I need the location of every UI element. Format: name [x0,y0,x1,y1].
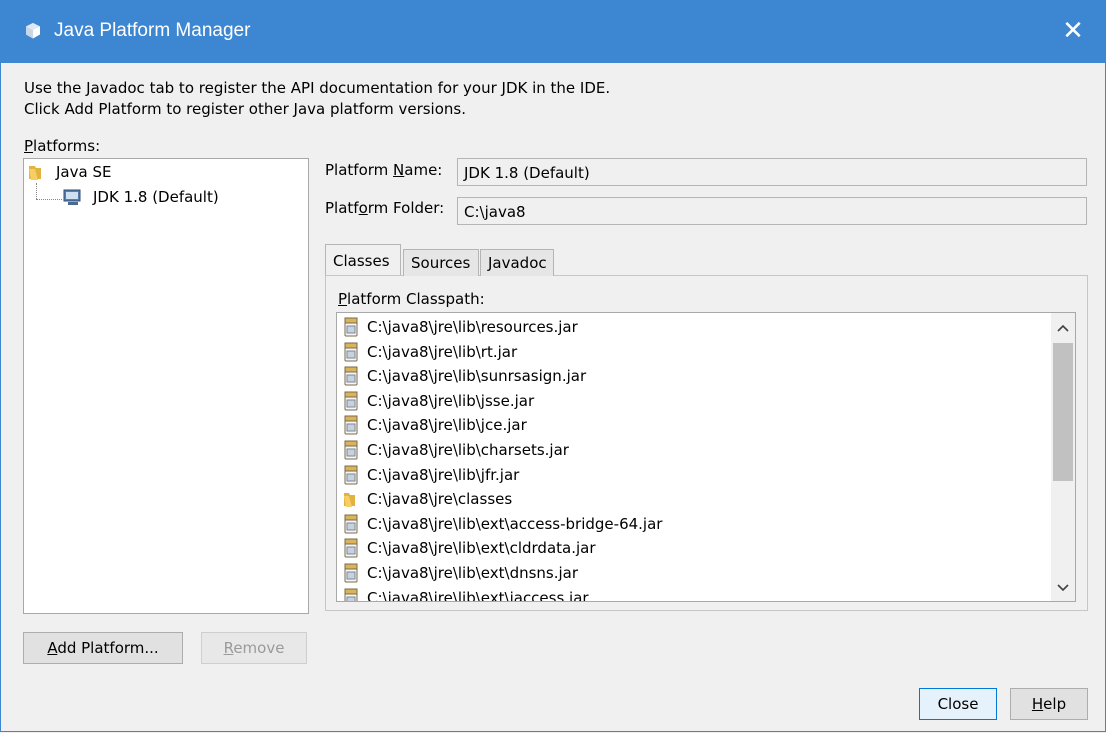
classpath-item-path: C:\java8\jre\lib\ext\access-bridge-64.ja… [367,514,663,533]
jar-icon [343,391,359,411]
classpath-item[interactable]: C:\java8\jre\lib\rt.jar [343,340,517,364]
label-mnemonic: P [338,290,348,308]
label-part: rm Folder: [367,199,445,217]
description-line-2: Click Add Platform to register other Jav… [24,100,466,118]
remove-button[interactable]: Remove [201,632,307,664]
folder-icon [28,163,46,181]
jar-icon [343,588,359,601]
scroll-thumb[interactable] [1053,343,1073,481]
jar-icon [343,465,359,485]
jar-icon [343,563,359,583]
classpath-item-path: C:\java8\jre\lib\ext\jaccess.jar [367,588,589,602]
platforms-label-rest: latforms: [33,137,101,155]
platform-icon [63,188,81,206]
classpath-item[interactable]: C:\java8\jre\lib\ext\cldrdata.jar [343,536,596,560]
tab-sources[interactable]: Sources [403,249,479,276]
java-cup-icon [24,22,42,44]
classpath-item-path: C:\java8\jre\classes [367,490,513,509]
classpath-item-path: C:\java8\jre\lib\jsse.jar [367,391,535,410]
help-button[interactable]: Help [1010,688,1088,720]
scroll-down-icon[interactable] [1051,573,1075,601]
add-platform-button[interactable]: Add Platform... [23,632,183,664]
tree-node-jdk-1-8[interactable]: JDK 1.8 (Default) [63,188,219,206]
classpath-item[interactable]: C:\java8\jre\lib\ext\access-bridge-64.ja… [343,512,662,536]
folder-icon [343,489,359,509]
classpath-item[interactable]: C:\java8\jre\lib\jsse.jar [343,389,534,413]
jar-icon [343,538,359,558]
classpath-item-path: C:\java8\jre\lib\charsets.jar [367,441,569,459]
description: Use the Javadoc tab to register the API … [24,78,610,120]
button-mnemonic: H [1031,695,1044,713]
classpath-item-path: C:\java8\jre\lib\sunrsasign.jar [367,367,587,386]
label-part: Platform [325,161,394,179]
button-label: dd Platform... [57,639,159,657]
platform-folder-field[interactable]: C:\java8 [457,197,1087,225]
label-part: ame: [404,161,443,179]
label-mnemonic: N [393,161,405,179]
description-line-1: Use the Javadoc tab to register the API … [24,79,611,97]
platforms-tree[interactable]: Java SE JDK 1.8 (Default) [23,158,309,614]
tree-node-label: Java SE [56,163,112,181]
classpath-item[interactable]: C:\java8\jre\classes [343,487,512,511]
classpath-item[interactable]: C:\java8\jre\lib\sunrsasign.jar [343,364,586,388]
classpath-item[interactable]: C:\java8\jre\lib\ext\dnsns.jar [343,561,578,585]
jar-icon [343,317,359,337]
label-part: latform Classpath: [347,290,485,308]
classpath-item-path: C:\java8\jre\lib\jce.jar [367,416,527,435]
close-button[interactable]: Close [919,688,997,720]
button-mnemonic: R [223,639,234,657]
window-close-icon[interactable]: ✕ [1058,14,1088,46]
tree-connector [36,183,37,199]
scroll-up-icon[interactable] [1051,313,1075,341]
classpath-item[interactable]: C:\java8\jre\lib\charsets.jar [343,438,569,462]
label-mnemonic: o [358,199,368,217]
tree-node-label: JDK 1.8 (Default) [93,188,219,206]
button-label: elp [1043,695,1067,713]
classpath-item[interactable]: C:\java8\jre\lib\jce.jar [343,413,527,437]
jar-icon [343,514,359,534]
platforms-label-mnemonic: P [24,137,34,155]
platform-name-label: Platform Name: [325,161,442,179]
classpath-list[interactable]: C:\java8\jre\lib\resources.jar C:\java8\j… [336,312,1076,602]
classpath-item[interactable]: C:\java8\jre\lib\resources.jar [343,315,578,339]
classpath-item-path: C:\java8\jre\lib\jfr.jar [367,465,520,484]
classpath-item[interactable]: C:\java8\jre\lib\ext\jaccess.jar [343,586,589,602]
classpath-item-path: C:\java8\jre\lib\rt.jar [367,342,518,361]
jar-icon [343,440,359,460]
tree-connector [36,199,62,200]
jar-icon [343,342,359,362]
tab-classes[interactable]: Classes [325,244,401,275]
label-part: Platf [325,199,359,217]
classpath-item[interactable]: C:\java8\jre\lib\jfr.jar [343,463,519,487]
window-title: Java Platform Manager [54,20,251,41]
tab-javadoc[interactable]: Javadoc [480,249,554,276]
classpath-item-path: C:\java8\jre\lib\ext\cldrdata.jar [367,539,596,558]
tree-node-java-se[interactable]: Java SE [28,163,111,181]
platform-folder-label: Platform Folder: [325,199,444,217]
platform-classpath-label: Platform Classpath: [338,290,485,308]
platforms-label: Platforms: [24,137,100,155]
title-bar: Java Platform Manager ✕ [0,0,1106,63]
jar-icon [343,366,359,386]
platform-name-field[interactable]: JDK 1.8 (Default) [457,158,1087,186]
classpath-item-path: C:\java8\jre\lib\resources.jar [367,318,578,336]
button-mnemonic: A [47,639,58,657]
vertical-scrollbar[interactable] [1051,313,1075,601]
classpath-item-path: C:\java8\jre\lib\ext\dnsns.jar [367,564,579,582]
jar-icon [343,415,359,435]
button-label: emove [233,639,285,657]
